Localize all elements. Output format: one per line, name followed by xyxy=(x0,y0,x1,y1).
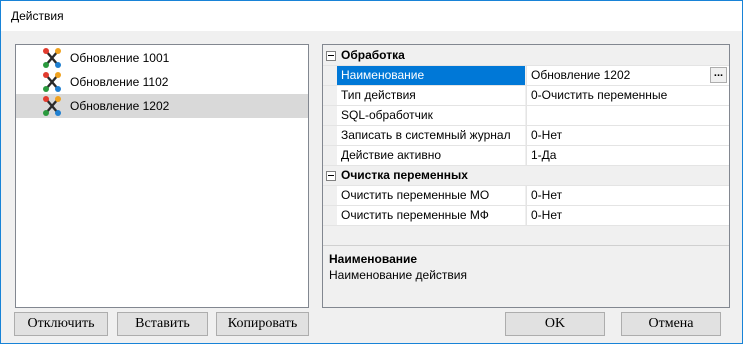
category-clear-variables[interactable]: Очистка переменных xyxy=(323,166,729,186)
tree-item-label: Обновление 1001 xyxy=(70,51,170,65)
property-name: SQL-обработчик xyxy=(337,106,525,125)
property-row-active[interactable]: Действие активно 1-Да xyxy=(323,146,729,166)
property-value[interactable]: 0-Нет xyxy=(526,126,729,145)
ok-button[interactable]: OK xyxy=(505,312,605,336)
cancel-button[interactable]: Отмена xyxy=(621,312,721,336)
window-title: Действия xyxy=(11,9,64,23)
property-value[interactable]: 0-Нет xyxy=(526,206,729,225)
action-nodes-icon xyxy=(43,72,61,92)
property-row-system-log[interactable]: Записать в системный журнал 0-Нет xyxy=(323,126,729,146)
actions-dialog: Действия Обновление 1001 Обновление 1102… xyxy=(0,0,743,344)
disable-button[interactable]: Отключить xyxy=(14,312,108,336)
tree-item-label: Обновление 1202 xyxy=(70,99,170,113)
property-value[interactable]: 1-Да xyxy=(526,146,729,165)
actions-tree[interactable]: Обновление 1001 Обновление 1102 Обновлен… xyxy=(15,44,309,308)
category-processing[interactable]: Обработка xyxy=(323,46,729,66)
property-name: Очистить переменные МФ xyxy=(337,206,525,225)
tree-item-label: Обновление 1102 xyxy=(70,75,169,89)
property-value-input[interactable]: Обновление 1202 xyxy=(526,66,729,85)
property-row-clear-mf[interactable]: Очистить переменные МФ 0-Нет xyxy=(323,206,729,226)
description-text: Наименование действия xyxy=(329,268,467,282)
action-nodes-icon xyxy=(43,96,61,116)
copy-button[interactable]: Копировать xyxy=(216,312,309,336)
property-description-pane: Наименование Наименование действия xyxy=(323,245,729,308)
property-row-name[interactable]: Наименование Обновление 1202 ... xyxy=(323,66,729,86)
tree-item-action-selected[interactable]: Обновление 1202 xyxy=(16,94,308,118)
property-name: Очистить переменные МО xyxy=(337,186,525,205)
property-grid[interactable]: Обработка Наименование Обновление 1202 .… xyxy=(322,44,730,308)
collapse-minus-icon[interactable] xyxy=(326,51,336,61)
category-label: Очистка переменных xyxy=(341,168,468,182)
tree-item-action[interactable]: Обновление 1001 xyxy=(16,46,308,70)
action-nodes-icon xyxy=(43,48,61,68)
property-value[interactable] xyxy=(526,106,729,125)
property-name: Записать в системный журнал xyxy=(337,126,525,145)
title-bar: Действия xyxy=(1,1,742,31)
insert-button[interactable]: Вставить xyxy=(117,312,208,336)
property-row-clear-mo[interactable]: Очистить переменные МО 0-Нет xyxy=(323,186,729,206)
category-label: Обработка xyxy=(341,48,405,62)
collapse-minus-icon[interactable] xyxy=(326,171,336,181)
property-name: Наименование xyxy=(337,66,525,85)
description-title: Наименование xyxy=(329,252,418,266)
property-value[interactable]: 0-Очистить переменные xyxy=(526,86,729,105)
property-row-sql-handler[interactable]: SQL-обработчик xyxy=(323,106,729,126)
property-name: Тип действия xyxy=(337,86,525,105)
property-value[interactable]: 0-Нет xyxy=(526,186,729,205)
ellipsis-button[interactable]: ... xyxy=(710,67,727,83)
tree-item-action[interactable]: Обновление 1102 xyxy=(16,70,308,94)
property-row-action-type[interactable]: Тип действия 0-Очистить переменные xyxy=(323,86,729,106)
property-name: Действие активно xyxy=(337,146,525,165)
